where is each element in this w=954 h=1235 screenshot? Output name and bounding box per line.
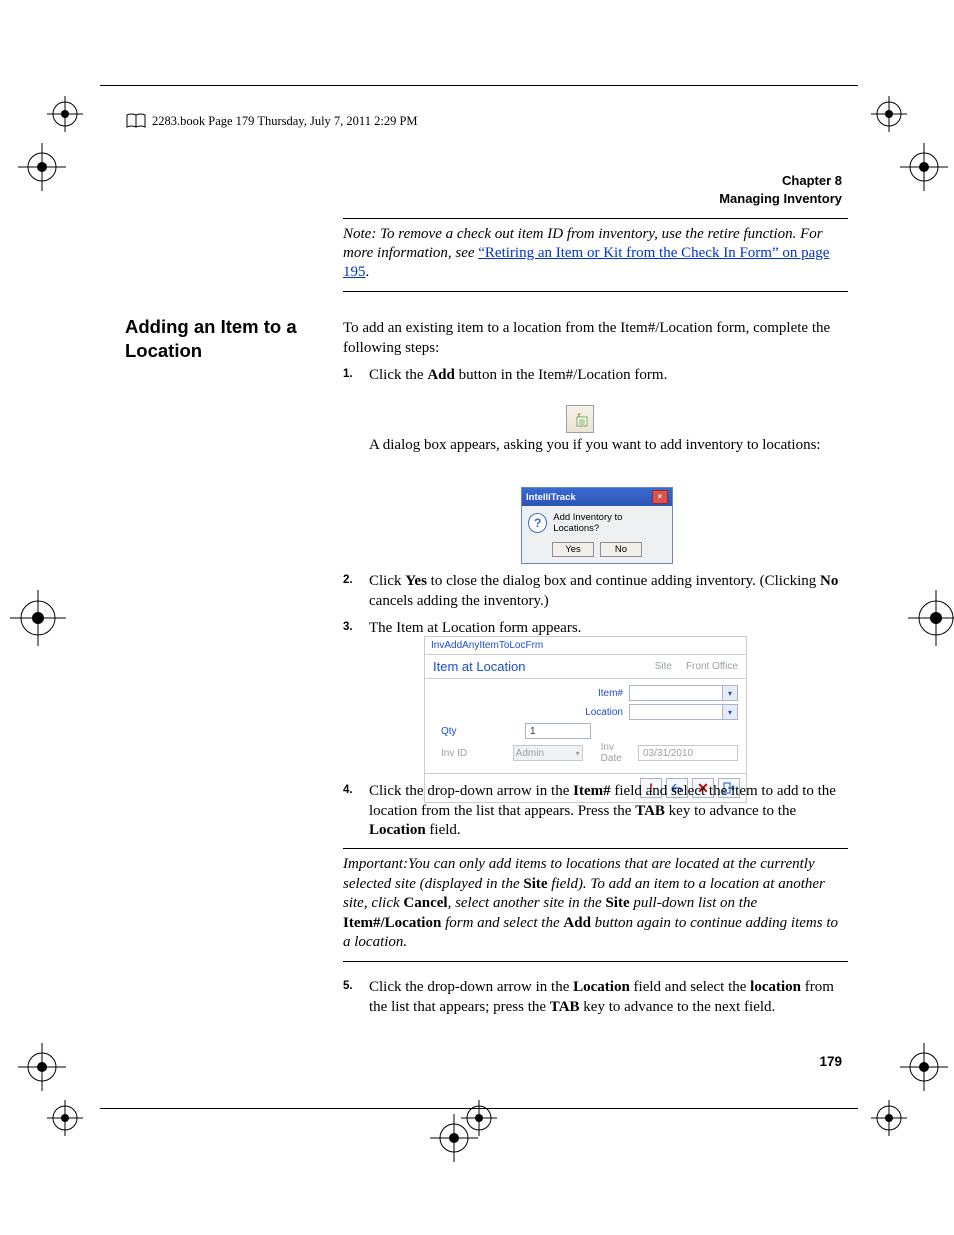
intro-block: To add an existing item to a location fr… [343,319,848,394]
crop-mark-icon [47,1100,83,1136]
chevron-down-icon[interactable]: ▾ [722,686,737,700]
crop-mark-icon [871,1100,907,1136]
note-suffix: . [366,264,370,280]
yes-button[interactable]: Yes [552,542,594,557]
item-number-field[interactable]: ▾ [629,685,738,701]
step-4: 4. Click the drop-down arrow in the Item… [343,774,848,849]
step-2: 2. Click Yes to close the dialog box and… [343,572,848,611]
step-5: 5. Click the drop-down arrow in the Loca… [343,970,848,1025]
list-item: 5. Click the drop-down arrow in the Loca… [343,978,848,1017]
page-number: 179 [819,1054,842,1069]
step-number: 2. [343,573,353,588]
crop-mark-icon [430,1114,466,1150]
inv-id-field: Admin ▾ [513,745,583,761]
step-number: 5. [343,979,353,994]
crop-mark-icon [900,143,936,179]
list-item: 4. Click the drop-down arrow in the Item… [343,782,848,841]
item-number-label: Item# [433,688,623,699]
site-label: Site [655,661,672,672]
chevron-down-icon: ▾ [576,749,580,758]
note-block: Note: To remove a check out item ID from… [343,218,848,292]
crop-mark-icon [900,1043,936,1079]
site-value: Front Office [686,661,738,672]
dialog-title: IntelliTrack [526,492,576,503]
confirm-dialog: IntelliTrack × ? Add Inventory to Locati… [521,487,673,564]
book-icon [126,113,146,129]
step-number: 1. [343,367,353,382]
inv-id-label: Inv ID [433,748,507,759]
book-header-text: 2283.book Page 179 Thursday, July 7, 201… [152,114,418,129]
dialog-message: Add Inventory to Locations? [553,512,666,534]
section-heading: Adding an Item to a Location [125,315,300,363]
location-label: Location [433,707,623,718]
steps-2-3: 2. Click Yes to close the dialog box and… [343,564,848,647]
form-title: Item at Location [433,659,526,674]
important-block: Important:You can only add items to loca… [343,848,848,962]
crop-mark-icon [18,1043,54,1079]
qty-field[interactable]: 1 [525,723,591,739]
location-field[interactable]: ▾ [629,704,738,720]
book-header-line: 2283.book Page 179 Thursday, July 7, 201… [126,113,418,129]
inv-date-label: Inv Date [601,742,632,764]
after-icon-text: A dialog box appears, asking you if you … [343,436,848,456]
intro-text: To add an existing item to a location fr… [343,319,848,358]
chapter-title: Managing Inventory [719,190,842,208]
crop-mark-icon [18,143,54,179]
step-1: 1. Click the Add button in the Item#/Loc… [343,366,848,386]
crop-mark-icon [908,590,944,626]
dialog-titlebar: IntelliTrack × [522,488,672,506]
step-number: 3. [343,620,353,635]
inv-date-field: 03/31/2010 [638,745,738,761]
qty-label: Qty [433,726,519,737]
close-icon[interactable]: × [652,490,668,504]
chevron-down-icon[interactable]: ▾ [722,705,737,719]
no-button[interactable]: No [600,542,642,557]
crop-mark-icon [10,590,46,626]
question-icon: ? [528,513,547,533]
add-button-icon [566,405,594,433]
page-header: Chapter 8 Managing Inventory [719,172,842,207]
crop-mark-icon [47,96,83,132]
step-number: 4. [343,783,353,798]
crop-mark-icon [871,96,907,132]
form-tab-name: InvAddAnyItemToLocFrm [425,637,746,655]
chapter-label: Chapter 8 [719,172,842,190]
